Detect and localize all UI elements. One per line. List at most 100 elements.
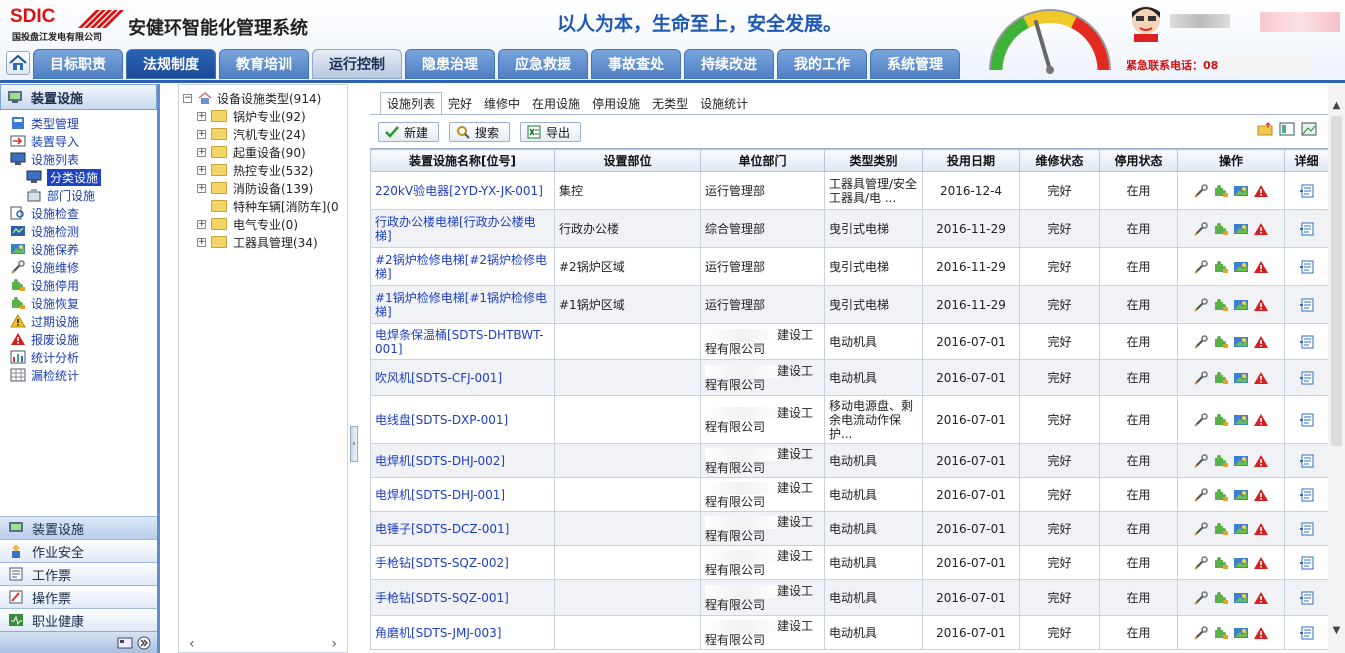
- puzzle-icon[interactable]: [1213, 413, 1229, 427]
- scroll-up-icon[interactable]: ▲: [1328, 98, 1345, 114]
- expand-icon[interactable]: +: [197, 129, 206, 139]
- wrench-icon[interactable]: [1193, 453, 1209, 468]
- detail-icon[interactable]: [1299, 371, 1315, 385]
- alert-icon[interactable]: [1253, 335, 1269, 349]
- wrench-icon[interactable]: [1193, 487, 1209, 502]
- sidebar-item[interactable]: 设施检查: [0, 204, 157, 222]
- list-tab[interactable]: 设施列表: [380, 92, 443, 114]
- device-name-link[interactable]: 220kV验电器[2YD-YX-JK-001]: [370, 171, 555, 210]
- sidebar-item[interactable]: 报废设施: [0, 330, 157, 348]
- detail-icon[interactable]: [1299, 298, 1315, 312]
- table-row[interactable]: 角磨机[SDTS-JMJ-003] 建设工程有限公司 电动机具 2016-07-01 完…: [370, 615, 1328, 650]
- puzzle-icon[interactable]: [1213, 626, 1229, 640]
- alert-icon[interactable]: [1253, 488, 1269, 502]
- wrench-icon[interactable]: [1193, 521, 1209, 536]
- puzzle-icon[interactable]: [1213, 556, 1229, 570]
- puzzle-icon[interactable]: [1213, 335, 1229, 349]
- sidebar-item[interactable]: 统计分析: [0, 348, 157, 366]
- maintain-icon[interactable]: [1233, 335, 1249, 349]
- sidebar-item[interactable]: 漏检统计: [0, 366, 157, 384]
- nav-tab[interactable]: 系统管理: [870, 49, 960, 79]
- puzzle-icon[interactable]: [1213, 522, 1229, 536]
- nav-tab[interactable]: 法规制度: [126, 49, 216, 79]
- maintain-icon[interactable]: [1233, 556, 1249, 570]
- puzzle-icon[interactable]: [1213, 591, 1229, 605]
- detail-icon[interactable]: [1299, 556, 1315, 570]
- table-row[interactable]: #2锅炉检修电梯[#2锅炉检修电梯] #2锅炉区域 运行管理部 曳引式电梯 2016-1…: [370, 247, 1328, 286]
- device-name-link[interactable]: 电焊机[SDTS-DHJ-002]: [370, 443, 555, 478]
- puzzle-icon[interactable]: [1213, 298, 1229, 312]
- scroll-left-icon[interactable]: ‹: [189, 636, 195, 652]
- folder-up-icon[interactable]: [1257, 122, 1273, 136]
- device-name-link[interactable]: #2锅炉检修电梯[#2锅炉检修电梯]: [370, 247, 555, 286]
- expand-icon[interactable]: +: [197, 219, 206, 229]
- image-icon[interactable]: [1301, 122, 1317, 136]
- sidebar-item[interactable]: 设施保养: [0, 240, 157, 258]
- nav-tab[interactable]: 应急救援: [498, 49, 588, 79]
- layout-icon[interactable]: [1279, 122, 1295, 136]
- list-tab[interactable]: 在用设施: [526, 94, 586, 114]
- device-name-link[interactable]: 电焊条保温桶[SDTS-DHTBWT-001]: [370, 323, 555, 360]
- maintain-icon[interactable]: [1233, 454, 1249, 468]
- puzzle-icon[interactable]: [1213, 371, 1229, 385]
- collapse-chevron-icon[interactable]: [137, 636, 151, 650]
- detail-icon[interactable]: [1299, 184, 1315, 198]
- scroll-thumb[interactable]: [1331, 116, 1342, 446]
- wrench-icon[interactable]: [1193, 370, 1209, 385]
- detail-icon[interactable]: [1299, 522, 1315, 536]
- list-tab[interactable]: 完好: [442, 94, 478, 114]
- wrench-icon[interactable]: [1193, 259, 1209, 274]
- sidebar-item[interactable]: 分类设施: [0, 168, 157, 186]
- sidebar-item[interactable]: 设施检测: [0, 222, 157, 240]
- alert-icon[interactable]: [1253, 454, 1269, 468]
- detail-icon[interactable]: [1299, 260, 1315, 274]
- alert-icon[interactable]: [1253, 371, 1269, 385]
- table-row[interactable]: 电锤子[SDTS-DCZ-001] 建设工程有限公司 电动机具 2016-07-01 完…: [370, 511, 1328, 546]
- search-button[interactable]: 搜索: [449, 122, 511, 142]
- maintain-icon[interactable]: [1233, 222, 1249, 236]
- table-row[interactable]: #1锅炉检修电梯[#1锅炉检修电梯] #1锅炉区域 运行管理部 曳引式电梯 2016-1…: [370, 285, 1328, 324]
- alert-icon[interactable]: [1253, 413, 1269, 427]
- scroll-down-icon[interactable]: ▼: [1328, 623, 1345, 639]
- wrench-icon[interactable]: [1193, 221, 1209, 236]
- home-button[interactable]: [6, 51, 30, 75]
- splitter-collapse-icon[interactable]: ‹: [350, 426, 358, 462]
- module-item[interactable]: 职业健康: [0, 608, 157, 631]
- sidebar-item[interactable]: 过期设施: [0, 312, 157, 330]
- tree-node[interactable]: + 热控专业(532): [183, 161, 347, 179]
- export-button[interactable]: 导出: [520, 122, 582, 142]
- alert-icon[interactable]: [1253, 298, 1269, 312]
- device-name-link[interactable]: 电焊机[SDTS-DHJ-001]: [370, 477, 555, 512]
- alert-icon[interactable]: [1253, 591, 1269, 605]
- expand-icon[interactable]: +: [197, 237, 206, 247]
- collapse-icon[interactable]: −: [183, 93, 192, 103]
- device-name-link[interactable]: 角磨机[SDTS-JMJ-003]: [370, 615, 555, 650]
- nav-tab[interactable]: 事故查处: [591, 49, 681, 79]
- sidebar-item[interactable]: 设施恢复: [0, 294, 157, 312]
- puzzle-icon[interactable]: [1213, 260, 1229, 274]
- sidebar-item[interactable]: 装置导入: [0, 132, 157, 150]
- device-name-link[interactable]: 手枪钻[SDTS-SQZ-002]: [370, 545, 555, 580]
- list-tab[interactable]: 停用设施: [586, 94, 646, 114]
- maintain-icon[interactable]: [1233, 260, 1249, 274]
- alert-icon[interactable]: [1253, 626, 1269, 640]
- sidebar-item[interactable]: 设施维修: [0, 258, 157, 276]
- module-item[interactable]: 作业安全: [0, 539, 157, 562]
- detail-icon[interactable]: [1299, 626, 1315, 640]
- puzzle-icon[interactable]: [1213, 184, 1229, 198]
- wrench-icon[interactable]: [1193, 183, 1209, 198]
- maintain-icon[interactable]: [1233, 413, 1249, 427]
- tree-node[interactable]: + 汽机专业(24): [183, 125, 347, 143]
- list-tab[interactable]: 维修中: [478, 94, 526, 114]
- maintain-icon[interactable]: [1233, 522, 1249, 536]
- config-icon[interactable]: [117, 637, 133, 649]
- table-row[interactable]: 行政办公楼电梯[行政办公楼电梯] 行政办公楼 综合管理部 曳引式电梯 2016-11-2…: [370, 209, 1328, 248]
- tree-node[interactable]: + 锅炉专业(92): [183, 107, 347, 125]
- tree-node[interactable]: 特种车辆[消防车](0: [183, 197, 347, 215]
- tree-node[interactable]: + 工器具管理(34): [183, 233, 347, 251]
- detail-icon[interactable]: [1299, 488, 1315, 502]
- table-row[interactable]: 手枪钻[SDTS-SQZ-001] 建设工程有限公司 电动机具 2016-07-01 完…: [370, 579, 1328, 616]
- detail-icon[interactable]: [1299, 413, 1315, 427]
- nav-tab[interactable]: 运行控制: [312, 49, 402, 79]
- sidebar-item[interactable]: 设施列表: [0, 150, 157, 168]
